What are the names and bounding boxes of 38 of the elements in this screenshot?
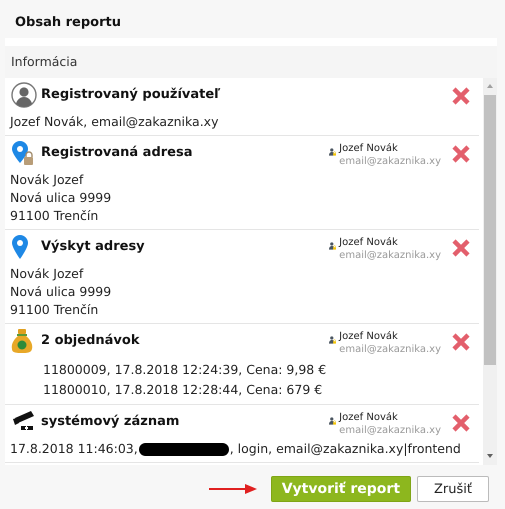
cancel-button[interactable]: Zrušiť bbox=[417, 476, 489, 502]
security-camera-icon bbox=[11, 409, 37, 433]
entry-title: Registrovaný používateľ bbox=[41, 87, 222, 102]
delete-icon[interactable] bbox=[451, 144, 471, 164]
detail-line: 91100 Trenčín bbox=[10, 301, 100, 319]
dialog-title: Obsah reportu bbox=[14, 15, 122, 32]
detail-line: 91100 Trenčín bbox=[10, 207, 100, 225]
detail-line: Nová ulica 9999 bbox=[10, 283, 112, 301]
owner-email: email@zakaznika.xy bbox=[339, 249, 441, 262]
delete-icon[interactable] bbox=[451, 238, 471, 258]
owner-name: Jozef Novák bbox=[339, 411, 399, 424]
detail-line: 11800010, 17.8.2018 12:28:44, Cena: 679 € bbox=[43, 381, 324, 399]
entry-title: systémový záznam bbox=[41, 414, 180, 429]
pin-lock-icon bbox=[11, 140, 33, 168]
money-bag-icon bbox=[11, 328, 33, 354]
delete-icon[interactable] bbox=[451, 86, 471, 106]
entry-title: 2 objednávok bbox=[41, 333, 140, 348]
owner-name: Jozef Novák bbox=[339, 142, 399, 155]
owner-name: Jozef Novák bbox=[339, 236, 399, 249]
owner-email: email@zakaznika.xy bbox=[339, 424, 441, 437]
owner-email: email@zakaznika.xy bbox=[339, 155, 441, 168]
user-avatar-icon bbox=[11, 82, 37, 108]
entry-title: Registrovaná adresa bbox=[41, 145, 194, 160]
delete-icon[interactable] bbox=[451, 413, 471, 433]
delete-icon[interactable] bbox=[451, 332, 471, 352]
detail-text: , login, email@zakaznika.xy|frontend bbox=[230, 440, 461, 458]
arrow-icon bbox=[208, 484, 257, 494]
detail-line: 11800009, 17.8.2018 12:24:39, Cena: 9,98 € bbox=[43, 361, 328, 379]
detail-text: 17.8.2018 11:46:03, bbox=[10, 440, 138, 458]
entry-title: Výskyt adresy bbox=[41, 239, 146, 254]
detail-line: Novák Jozef bbox=[10, 171, 84, 189]
detail-line: Novák Jozef bbox=[10, 265, 84, 283]
detail-line: Jozef Novák, email@zakaznika.xy bbox=[10, 113, 220, 131]
section-header: Informácia bbox=[5, 46, 497, 78]
owner-name: Jozef Novák bbox=[339, 330, 399, 343]
pin-icon bbox=[11, 234, 29, 260]
detail-line: Nová ulica 9999 bbox=[10, 189, 112, 207]
owner-email: email@zakaznika.xy bbox=[339, 343, 441, 356]
